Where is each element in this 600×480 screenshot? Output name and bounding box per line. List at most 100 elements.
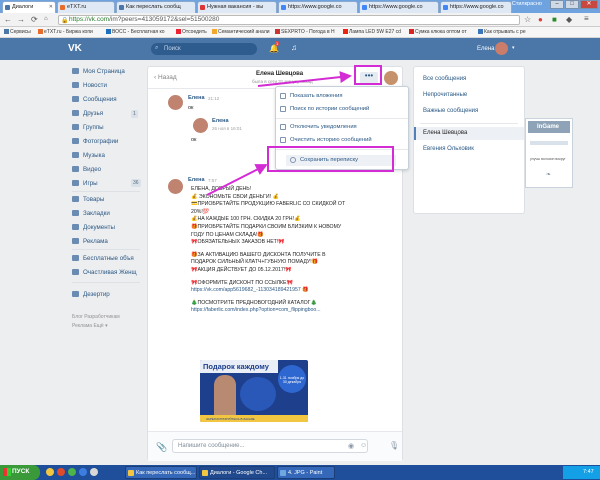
sidebar-footer-links[interactable]: Блог Разработчикам [72,314,120,320]
camera-icon[interactable]: ◉ [348,442,354,450]
avatar[interactable] [168,95,183,110]
conversation-item[interactable]: Елена Шевцова [414,127,524,140]
browser-tab[interactable]: https://www.google.co [440,1,512,13]
sidebar-item-group-link[interactable]: Очастливая Женщ [72,269,137,276]
quicklaunch-icon[interactable] [90,468,98,476]
message-author[interactable]: Елена [188,95,205,101]
sidebar-item-documents[interactable]: Документы [72,224,115,231]
sidebar-item-app[interactable]: Дезертир [72,291,110,298]
home-icon[interactable]: ⌂ [44,16,48,22]
menu-item-mute[interactable]: Отключить уведомления [276,122,408,133]
maximize-button[interactable]: □ [565,0,579,9]
os-taskbar: ПУСК Как переслать сообщ... Диалоги - Go… [0,465,600,480]
sidebar-item-music[interactable]: Музыка [72,152,105,159]
taskbar-item[interactable]: Диалоги - Google Ch... [199,466,275,479]
bookmark-star-icon[interactable]: ☆ [524,15,531,24]
ad-widget[interactable]: InGame улучш волосин вокруг ❧ [525,118,573,188]
sidebar-item-group-link[interactable]: Бесплатные объя [72,255,134,262]
bookmark-item[interactable]: Сумка клюка оптом от [409,29,467,35]
sidebar-item-groups[interactable]: Группы [72,124,104,131]
bookmark-label: Как отрывать с ре [484,29,526,35]
avatar[interactable] [168,179,183,194]
sidebar-item-ads[interactable]: Реклама [72,238,108,245]
extension-icon[interactable]: ● [538,15,543,24]
bookmark-item[interactable]: Отсоедить [176,29,207,35]
sidebar-item-goods[interactable]: Товары [72,196,104,203]
start-button[interactable]: ПУСК [0,465,40,480]
message-link[interactable]: https://faberlic.com/index.php?option=co… [191,307,351,315]
sidebar-item-bookmarks[interactable]: Закладки [72,210,110,217]
bookmark-item[interactable]: eTXT.ru - Биржа копи [38,29,93,35]
filter-important[interactable]: Важные сообщения [414,105,524,118]
quicklaunch-icon[interactable] [68,468,76,476]
message-input[interactable]: Напишите сообщение... [172,439,368,453]
bookmark-item[interactable]: Как отрывать с ре [478,29,526,35]
chrome-icon [202,470,208,476]
microphone-icon[interactable]: 🎙 [389,441,399,450]
divider [72,249,140,250]
bookmark-item[interactable]: ВОСС - Бесплатная ко [106,29,165,35]
taskbar-item[interactable]: 4. JPG - Paint [277,466,335,479]
back-button[interactable]: ‹ Назад [154,74,177,81]
menu-item-clear-history[interactable]: Очистить историю сообщений [276,135,408,146]
sidebar-item-games[interactable]: Игры [72,180,98,187]
user-name[interactable]: Елена [477,46,495,52]
quicklaunch-icon[interactable] [79,468,87,476]
taskbar-item-label: Как переслать сообщ... [136,470,196,476]
menu-icon[interactable]: ≡ [584,14,589,23]
sidebar-item-my-page[interactable]: Моя Страница [72,68,125,75]
bookmark-item[interactable]: Лампа LED 5W E27 cd [343,29,401,35]
music-icon[interactable]: ♫ [291,43,297,52]
smile-icon[interactable]: ☺ [360,442,367,449]
avatar[interactable] [193,118,208,133]
back-arrow-icon[interactable]: ← [4,15,12,24]
message-author[interactable]: Елена [212,118,229,124]
sidebar-item-messages[interactable]: Сообщения [72,96,117,103]
browser-tab[interactable]: Нужная вакансия - вы [197,1,277,13]
message-author[interactable]: Елена [188,177,205,183]
bookmark-item[interactable]: SEXPRTO - Погода в Н [275,29,335,35]
avatar[interactable] [495,42,508,55]
menu-item-search-history[interactable]: Поиск по истории сообщений [276,104,408,115]
forward-arrow-icon[interactable]: → [17,15,25,24]
vk-logo[interactable]: VK [68,43,82,54]
taskbar-item[interactable]: Как переслать сообщ... [125,466,197,479]
filter-all-messages[interactable]: Все сообщения [414,73,524,86]
message-line: ЕЛЕНА, ДОБРЫЙ ДЕНЬ! [191,186,252,192]
sidebar-footer-links[interactable]: Реклама Ещё ▾ [72,323,108,329]
clock[interactable]: 7:47 [583,469,594,475]
browser-tab[interactable]: https://www.google.co [359,1,439,13]
contact-name[interactable]: Елена Шевцова [256,71,303,77]
search-input[interactable]: ⌕ Поиск [151,43,257,55]
chevron-down-icon[interactable]: ▾ [512,45,515,51]
close-tab-icon[interactable]: ✕ [49,4,53,10]
sidebar-item-photos[interactable]: Фотографии [72,138,118,145]
minimize-button[interactable]: – [550,0,564,9]
bookmark-item[interactable]: Семантический анали [212,29,270,35]
reload-icon[interactable]: ⟳ [31,15,38,24]
url-field[interactable]: 🔒 https://vk.com/im?peers=413059172&sel=5… [58,15,520,25]
promo-image[interactable]: Подарок каждому 1-31 ноября до 30 декабр… [200,360,308,422]
sidebar-item-video[interactable]: Видео [72,166,101,173]
conversation-item[interactable]: Евгения Ольховик [414,143,524,156]
close-window-button[interactable]: ✕ [580,0,598,9]
message-link[interactable]: https://vk.com/app5619682_-1130341894219… [191,287,351,295]
contact-avatar[interactable] [384,71,398,85]
browser-tab[interactable]: Диалоги ✕ [2,1,56,13]
quicklaunch-icon[interactable] [57,468,65,476]
browser-profile-label[interactable]: Стилкрасно [512,1,542,7]
menu-item-show-attachments[interactable]: Показать вложения [276,91,408,102]
sidebar-item-friends[interactable]: Друзья [72,110,103,117]
sidebar-item-news[interactable]: Новости [72,82,107,89]
extension-icon[interactable]: ◆ [566,15,572,24]
extension-icon[interactable]: ■ [552,15,557,24]
browser-tab[interactable]: Как переслать сообщ [116,1,196,13]
bookmark-label: Сервисы [10,29,31,35]
attach-icon[interactable]: 📎 [156,442,167,453]
filter-unread[interactable]: Непрочитанные [414,89,524,102]
browser-tab[interactable]: https://www.google.co [278,1,358,13]
bookmark-item[interactable]: Сервисы [4,29,31,35]
browser-tab[interactable]: eTXT.ru [57,1,115,13]
friends-count-badge: 1 [131,110,138,118]
quicklaunch-icon[interactable] [46,468,54,476]
